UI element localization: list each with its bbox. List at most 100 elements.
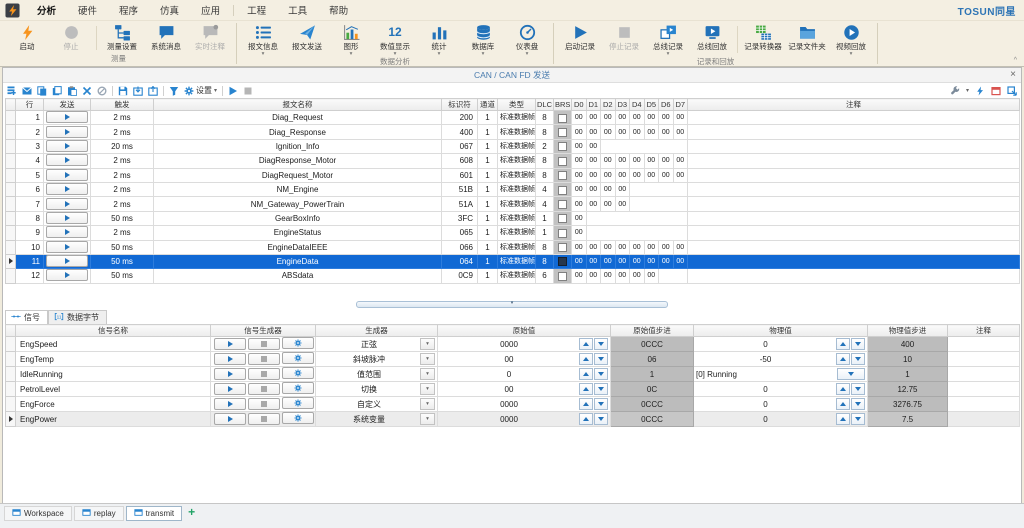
ribbon-tab-8[interactable]: 帮助 <box>318 2 359 18</box>
raw-value-cell[interactable]: 0000 <box>438 412 611 427</box>
data-byte-cell-d3[interactable]: 00 <box>615 154 630 168</box>
data-byte-cell-d4[interactable]: 00 <box>630 168 645 182</box>
brs-checkbox[interactable] <box>558 114 567 123</box>
phys-value-cell[interactable]: 0 <box>694 337 868 352</box>
data-byte-cell-d5[interactable]: 00 <box>644 154 659 168</box>
dlc-cell[interactable]: 8 <box>536 168 554 182</box>
type-cell[interactable]: 标准数据帧 <box>498 197 536 211</box>
phys-spin-down-button[interactable] <box>851 398 865 410</box>
signal-play-button[interactable] <box>214 383 246 395</box>
identifier-cell[interactable]: 200 <box>442 111 478 125</box>
phys-step-cell[interactable]: 400 <box>868 337 948 352</box>
message-name-cell[interactable]: EngineData <box>154 254 442 268</box>
send-play-button[interactable] <box>46 198 88 210</box>
send-play-button[interactable] <box>46 169 88 181</box>
brs-checkbox[interactable] <box>558 186 567 195</box>
phys-spin-up-button[interactable] <box>836 353 850 365</box>
copy-icon[interactable] <box>37 86 47 96</box>
phys-dropdown-button[interactable] <box>837 368 865 380</box>
ribbon-tab-1[interactable]: 分析 <box>26 2 67 18</box>
data-byte-cell-d5[interactable]: 00 <box>644 125 659 139</box>
brs-checkbox[interactable] <box>558 243 567 252</box>
generator-dropdown-icon[interactable]: ▾ <box>420 368 435 380</box>
channel-cell[interactable]: 1 <box>478 154 498 168</box>
message-row-EngineStatus[interactable]: 92 msEngineStatus0651标准数据帧100 <box>6 226 1020 240</box>
data-byte-cell-d1[interactable]: 00 <box>586 111 601 125</box>
data-byte-cell-d6[interactable]: 00 <box>659 168 674 182</box>
data-byte-cell-d2[interactable]: 00 <box>601 111 616 125</box>
data-byte-cell-d0[interactable]: 00 <box>572 226 587 240</box>
phys-value-cell[interactable]: -50 <box>694 352 868 367</box>
signal-name-cell[interactable]: EngForce <box>16 397 211 412</box>
app-logo-icon[interactable] <box>5 3 20 18</box>
type-cell[interactable]: 标准数据帧 <box>498 111 536 125</box>
send-play-button[interactable] <box>46 183 88 195</box>
message-row-ABSdata[interactable]: 1250 msABSdata0C91标准数据帧6000000000000 <box>6 269 1020 283</box>
identifier-cell[interactable]: 065 <box>442 226 478 240</box>
comment-cell[interactable] <box>948 397 1020 412</box>
data-byte-cell-d2[interactable]: 00 <box>601 168 616 182</box>
raw-spin-up-button[interactable] <box>579 338 593 350</box>
trigger-cell[interactable]: 50 ms <box>91 254 154 268</box>
data-byte-cell-d0[interactable]: 00 <box>572 240 587 254</box>
brs-checkbox[interactable] <box>558 257 567 266</box>
identifier-cell[interactable]: 608 <box>442 154 478 168</box>
duplicate-icon[interactable] <box>52 86 62 96</box>
data-byte-cell-d0[interactable]: 00 <box>572 111 587 125</box>
message-name-cell[interactable]: Diag_Response <box>154 125 442 139</box>
phys-value-cell[interactable]: 0 <box>694 382 868 397</box>
data-byte-cell-d0[interactable]: 00 <box>572 154 587 168</box>
statistics-button[interactable]: 统计▾ <box>417 23 461 56</box>
flash-icon[interactable] <box>975 86 985 96</box>
phys-spin-down-button[interactable] <box>851 353 865 365</box>
data-byte-cell-d3[interactable]: 00 <box>615 168 630 182</box>
message-row-Ignition_Info[interactable]: 320 msIgnition_Info0671标准数据帧20000 <box>6 139 1020 153</box>
data-byte-cell-d0[interactable]: 00 <box>572 139 587 153</box>
comment-cell[interactable] <box>688 240 1020 254</box>
bus-record-button[interactable]: 总线记录▾ <box>646 23 690 56</box>
channel-cell[interactable]: 1 <box>478 240 498 254</box>
phys-spin-up-button[interactable] <box>836 383 850 395</box>
identifier-cell[interactable]: 51B <box>442 182 478 196</box>
signal-play-button[interactable] <box>214 368 246 380</box>
dlc-cell[interactable]: 8 <box>536 111 554 125</box>
phys-step-cell[interactable]: 12.75 <box>868 382 948 397</box>
channel-cell[interactable]: 1 <box>478 111 498 125</box>
identifier-cell[interactable]: 601 <box>442 168 478 182</box>
identifier-cell[interactable]: 51A <box>442 197 478 211</box>
tab-bytes[interactable]: 11数据字节 <box>48 310 107 324</box>
database-button[interactable]: 数据库▾ <box>461 23 505 56</box>
channel-cell[interactable]: 1 <box>478 168 498 182</box>
generator-dropdown-icon[interactable]: ▾ <box>420 398 435 410</box>
comment-cell[interactable] <box>688 125 1020 139</box>
send-play-button[interactable] <box>46 212 88 224</box>
data-byte-cell-d0[interactable]: 00 <box>572 269 587 283</box>
wrench-icon[interactable] <box>950 86 960 96</box>
signal-play-button[interactable] <box>214 353 246 365</box>
raw-spin-up-button[interactable] <box>579 353 593 365</box>
data-byte-cell-d2[interactable]: 00 <box>601 125 616 139</box>
data-byte-cell-d7[interactable]: 00 <box>673 111 688 125</box>
trigger-cell[interactable]: 50 ms <box>91 269 154 283</box>
phys-spin-up-button[interactable] <box>836 413 850 425</box>
ribbon-tab-3[interactable]: 程序 <box>108 2 149 18</box>
data-byte-cell-d2[interactable]: 00 <box>601 240 616 254</box>
dlc-cell[interactable]: 1 <box>536 226 554 240</box>
signal-name-cell[interactable]: PetrolLevel <box>16 382 211 397</box>
type-cell[interactable]: 标准数据帧 <box>498 254 536 268</box>
raw-spin-down-button[interactable] <box>594 383 608 395</box>
phys-value-cell[interactable]: 0 <box>694 397 868 412</box>
data-byte-cell-d6[interactable]: 00 <box>659 240 674 254</box>
stop-button[interactable]: 停止 <box>49 23 93 52</box>
delete-icon[interactable] <box>82 86 92 96</box>
signal-stop-button[interactable] <box>248 338 280 350</box>
import-icon[interactable] <box>133 86 143 96</box>
data-byte-cell-d1[interactable]: 00 <box>586 154 601 168</box>
dlc-cell[interactable]: 1 <box>536 211 554 225</box>
brs-checkbox[interactable] <box>558 229 567 238</box>
add-row-icon[interactable] <box>7 86 17 96</box>
dlc-cell[interactable]: 4 <box>536 182 554 196</box>
signal-name-cell[interactable]: IdleRunning <box>16 367 211 382</box>
type-cell[interactable]: 标准数据帧 <box>498 269 536 283</box>
signal-stop-button[interactable] <box>248 383 280 395</box>
